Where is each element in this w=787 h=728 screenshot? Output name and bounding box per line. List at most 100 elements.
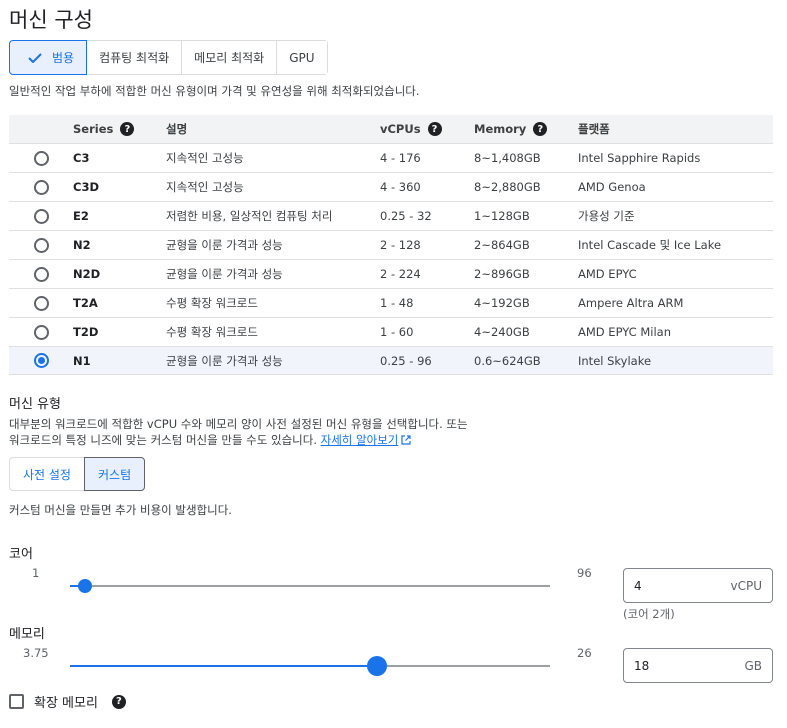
memory-slider-thumb[interactable] bbox=[367, 656, 388, 676]
cores-input[interactable]: 4 vCPU bbox=[623, 568, 773, 603]
desc-line-1: 대부분의 워크로드에 적합한 vCPU 수와 메모리 양이 사전 설정된 머신 … bbox=[9, 417, 468, 431]
tab-general-purpose[interactable]: 범용 bbox=[9, 40, 88, 75]
cores-unit: vCPU bbox=[730, 578, 763, 593]
radio-button[interactable] bbox=[33, 179, 49, 195]
tab-label: 메모리 최적화 bbox=[194, 51, 265, 65]
cell-series: T2D bbox=[73, 325, 99, 339]
help-icon[interactable]: ? bbox=[427, 122, 442, 137]
radio-button[interactable] bbox=[33, 266, 49, 282]
cell-vcpus: 0.25 - 96 bbox=[380, 353, 432, 368]
radio-button[interactable] bbox=[33, 295, 49, 311]
table-row[interactable]: C3 지속적인 고성능 4 - 176 8~1,408GB Intel Sapp… bbox=[9, 143, 773, 172]
table-row[interactable]: T2D 수평 확장 워크로드 1 - 60 4~240GB AMD EPYC M… bbox=[9, 317, 773, 346]
memory-unit: GB bbox=[744, 658, 762, 673]
cell-platform: Intel Skylake bbox=[578, 353, 652, 368]
cell-platform: 가용성 기준 bbox=[578, 209, 635, 223]
cell-desc: 수평 확장 워크로드 bbox=[166, 325, 258, 339]
cores-min: 1 bbox=[32, 566, 40, 580]
check-icon bbox=[28, 52, 42, 63]
memory-value: 18 bbox=[634, 658, 650, 673]
radio-button[interactable] bbox=[33, 208, 49, 224]
header-vcpus: vCPUs bbox=[380, 121, 421, 136]
table-row-selected[interactable]: N1 균형을 이룬 가격과 성능 0.25 - 96 0.6~624GB Int… bbox=[9, 346, 773, 375]
cell-memory: 1~128GB bbox=[474, 209, 530, 223]
cores-hint: (코어 2개) bbox=[623, 607, 675, 621]
cell-memory: 8~1,408GB bbox=[474, 151, 541, 165]
cell-platform: Ampere Altra ARM bbox=[578, 296, 684, 310]
cores-slider-track[interactable] bbox=[70, 585, 550, 587]
cell-series: C3 bbox=[73, 151, 90, 165]
cell-memory: 2~896GB bbox=[474, 267, 530, 281]
tab-label: 컴퓨팅 최적화 bbox=[99, 51, 170, 65]
table-row[interactable]: T2A 수평 확장 워크로드 1 - 48 4~192GB Ampere Alt… bbox=[9, 288, 773, 317]
cell-vcpus: 1 - 60 bbox=[380, 325, 414, 339]
cell-vcpus: 4 - 176 bbox=[380, 151, 421, 165]
extended-memory-label: 확장 메모리 bbox=[34, 696, 98, 711]
cell-vcpus: 1 - 48 bbox=[380, 296, 414, 310]
table-row[interactable]: E2 저렴한 비용, 일상적인 컴퓨팅 처리 0.25 - 32 1~128GB… bbox=[9, 201, 773, 230]
cell-series: E2 bbox=[73, 209, 89, 223]
tab-custom[interactable]: 커스텀 bbox=[83, 457, 146, 491]
cell-vcpus: 4 - 360 bbox=[380, 180, 421, 194]
memory-input[interactable]: 18 GB bbox=[623, 648, 773, 683]
machine-type-description: 대부분의 워크로드에 적합한 vCPU 수와 메모리 양이 사전 설정된 머신 … bbox=[9, 416, 529, 448]
cell-series: C3D bbox=[73, 180, 99, 194]
cell-platform: AMD EPYC bbox=[578, 267, 637, 281]
cell-platform: Intel Cascade 및 Ice Lake bbox=[578, 238, 722, 252]
extended-memory-row: 확장 메모리 ? bbox=[9, 692, 126, 711]
machine-family-tabs: 범용 컴퓨팅 최적화 메모리 최적화 GPU bbox=[9, 40, 328, 75]
cell-series: T2A bbox=[73, 296, 98, 310]
tab-memory-optimized[interactable]: 메모리 최적화 bbox=[182, 41, 278, 74]
cores-value: 4 bbox=[634, 578, 642, 593]
cell-desc: 지속적인 고성능 bbox=[166, 151, 244, 165]
help-icon[interactable]: ? bbox=[111, 694, 126, 709]
external-link-icon[interactable] bbox=[401, 435, 411, 445]
cell-desc: 저렴한 비용, 일상적인 컴퓨팅 처리 bbox=[166, 209, 333, 223]
help-icon[interactable]: ? bbox=[120, 122, 135, 137]
memory-min: 3.75 bbox=[23, 646, 49, 660]
extended-memory-checkbox[interactable] bbox=[9, 694, 24, 709]
machine-type-title: 머신 유형 bbox=[9, 397, 61, 412]
memory-slider-fill bbox=[70, 665, 378, 667]
series-table: Series? 설명 vCPUs? Memory? 플랫폼 C3 지속적인 고성… bbox=[9, 115, 773, 375]
page-title: 머신 구성 bbox=[9, 8, 93, 32]
cell-memory: 4~240GB bbox=[474, 325, 530, 339]
table-row[interactable]: N2 균형을 이룬 가격과 성능 2 - 128 2~864GB Intel C… bbox=[9, 230, 773, 259]
radio-button-selected[interactable] bbox=[33, 353, 49, 368]
radio-button[interactable] bbox=[33, 324, 49, 340]
cell-desc: 지속적인 고성능 bbox=[166, 180, 244, 194]
learn-more-link[interactable]: 자세히 알아보기 bbox=[321, 433, 399, 447]
cores-slider-thumb[interactable] bbox=[78, 579, 93, 593]
header-memory: Memory bbox=[474, 121, 527, 136]
cell-memory: 2~864GB bbox=[474, 238, 530, 252]
radio-button[interactable] bbox=[33, 150, 49, 166]
memory-label: 메모리 bbox=[9, 627, 45, 642]
cell-desc: 균형을 이룬 가격과 성능 bbox=[166, 238, 283, 252]
tab-gpu[interactable]: GPU bbox=[277, 41, 327, 74]
memory-max: 26 bbox=[577, 646, 592, 660]
header-series: Series bbox=[73, 121, 114, 136]
table-row[interactable]: N2D 균형을 이룬 가격과 성능 2 - 224 2~896GB AMD EP… bbox=[9, 259, 773, 288]
cell-memory: 4~192GB bbox=[474, 296, 530, 310]
cell-vcpus: 2 - 224 bbox=[380, 267, 421, 281]
tab-compute-optimized[interactable]: 컴퓨팅 최적화 bbox=[87, 41, 183, 74]
cell-desc: 균형을 이룬 가격과 성능 bbox=[166, 267, 283, 281]
desc-line-2: 워크로드의 특정 니즈에 맞는 커스텀 머신을 만들 수도 있습니다. 자세히 … bbox=[9, 432, 529, 448]
cell-memory: 8~2,880GB bbox=[474, 180, 541, 194]
tab-preset[interactable]: 사전 설정 bbox=[9, 457, 84, 491]
cell-platform: Intel Sapphire Rapids bbox=[578, 151, 701, 165]
tab-label: GPU bbox=[289, 50, 315, 65]
cell-series: N1 bbox=[73, 353, 91, 368]
cell-desc: 균형을 이룬 가격과 성능 bbox=[166, 353, 283, 368]
table-row[interactable]: C3D 지속적인 고성능 4 - 360 8~2,880GB AMD Genoa bbox=[9, 172, 773, 201]
cell-series: N2D bbox=[73, 267, 101, 281]
family-description: 일반적인 작업 부하에 적합한 머신 유형이며 가격 및 유연성을 위해 최적화… bbox=[9, 84, 420, 98]
cores-max: 96 bbox=[577, 566, 592, 580]
cell-platform: AMD Genoa bbox=[578, 180, 646, 194]
cell-memory: 0.6~624GB bbox=[474, 353, 541, 368]
radio-button[interactable] bbox=[33, 237, 49, 253]
custom-cost-note: 커스텀 머신을 만들면 추가 비용이 발생합니다. bbox=[9, 503, 232, 517]
machine-type-tabs: 사전 설정 커스텀 bbox=[9, 457, 146, 491]
help-icon[interactable]: ? bbox=[533, 122, 548, 137]
cell-desc: 수평 확장 워크로드 bbox=[166, 296, 258, 310]
